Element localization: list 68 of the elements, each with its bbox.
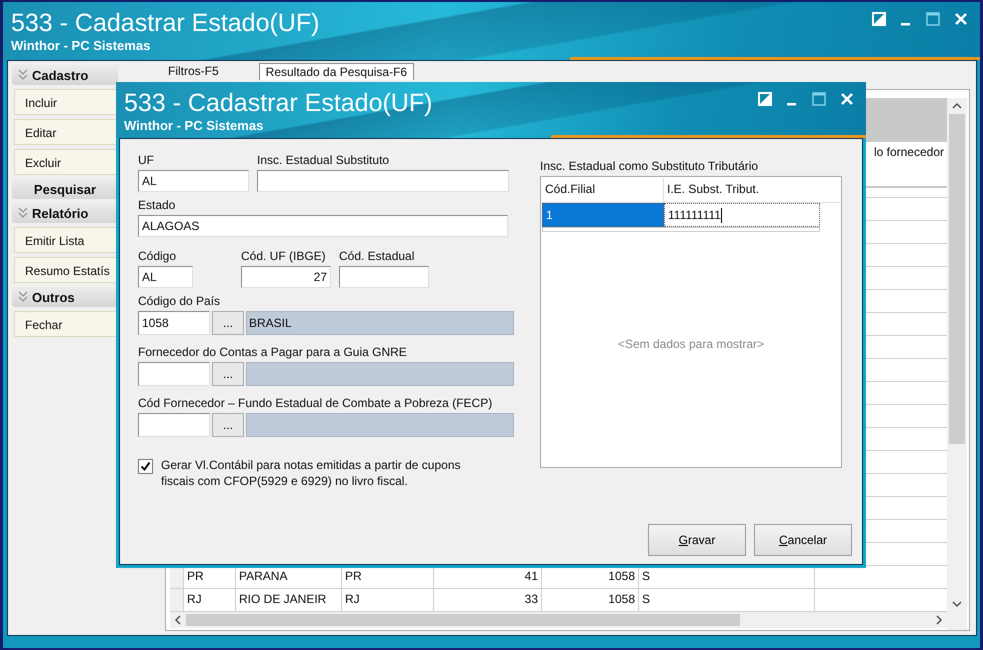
input-field[interactable] — [138, 362, 210, 386]
table-cell: RJ — [342, 589, 434, 611]
field-label: Insc. Estadual Substituto — [257, 153, 390, 167]
scroll-left-icon[interactable] — [174, 615, 182, 625]
checkbox-label: Gerar Vl.Contábil para notas emitidas a partir de cupons fiscais com CFOP(5929 e 6929) no livro fiscal. — [161, 457, 462, 489]
input-field[interactable] — [138, 413, 210, 437]
sidebar-group-header[interactable]: Relatório — [12, 203, 118, 223]
window-title: 533 - Cadastrar Estado(UF) — [11, 8, 320, 38]
row-indicator[interactable] — [170, 566, 184, 588]
lookup-button[interactable]: ... — [212, 311, 244, 335]
sidebar-item[interactable]: Incluir — [14, 89, 118, 115]
empty-message: <Sem dados para mostrar> — [618, 337, 764, 351]
lookup-button[interactable]: ... — [212, 362, 244, 386]
horizontal-scrollbar[interactable] — [170, 612, 947, 628]
window-subtitle: Winthor - PC Sistemas — [11, 38, 152, 53]
restore-icon[interactable] — [872, 12, 886, 26]
field-label: Código do País — [138, 294, 222, 308]
table-cell[interactable]: 111111111 — [664, 203, 820, 227]
table-cell: RIO DE JANEIR — [236, 589, 342, 611]
table-cell: 33 — [434, 589, 542, 611]
tab[interactable]: Resultado da Pesquisa-F6 — [258, 63, 414, 80]
table-cell: S — [639, 589, 815, 611]
scroll-down-icon[interactable] — [952, 600, 962, 608]
maximize-icon[interactable] — [926, 12, 940, 26]
sidebar-item[interactable]: Excluir — [14, 149, 118, 175]
column-header: lo fornecedor — [874, 144, 944, 161]
input-field[interactable]: AL — [138, 266, 193, 288]
sidebar-item[interactable]: Fechar — [14, 311, 118, 337]
scroll-right-icon[interactable] — [935, 615, 943, 625]
table-cell: 1058 — [542, 589, 639, 611]
column-header[interactable]: Cód.Filial — [542, 178, 664, 202]
field-label: UF — [138, 153, 155, 167]
close-icon[interactable] — [954, 12, 968, 26]
scroll-up-icon[interactable] — [952, 102, 962, 110]
input-field[interactable]: AL — [138, 170, 249, 192]
description-field: BRASIL — [246, 311, 514, 335]
sidebar-group-header[interactable]: Pesquisar — [12, 179, 118, 199]
table-cell[interactable]: 1 — [542, 203, 664, 227]
sidebar-item[interactable]: Editar — [14, 119, 118, 145]
grid-title: Insc. Estadual como Substituto Tributário — [540, 159, 760, 173]
close-icon[interactable] — [840, 92, 854, 106]
restore-icon[interactable] — [758, 92, 772, 106]
input-field[interactable] — [339, 266, 429, 288]
field-label: Cód. Estadual — [339, 249, 416, 263]
field-label: Cód Fornecedor – Fundo Estadual de Combate a Pobreza (FECP) — [138, 396, 494, 410]
tab[interactable]: Filtros-F5 — [162, 63, 225, 79]
sidebar-item[interactable]: Resumo Estatís — [14, 257, 118, 283]
sidebar-group-header[interactable]: Outros — [12, 287, 118, 307]
field-label: Código — [138, 249, 178, 263]
field-label: Fornecedor do Contas a Pagar para a Guia GNRE — [138, 345, 408, 359]
vertical-scrollbar[interactable] — [947, 98, 967, 630]
input-field[interactable]: 27 — [241, 266, 331, 288]
lookup-button[interactable]: ... — [212, 413, 244, 437]
dialog-button[interactable]: Cancelar — [754, 524, 852, 556]
dialog-button[interactable]: Gravar — [648, 524, 746, 556]
column-header[interactable]: I.E. Subst. Tribut. — [664, 178, 820, 202]
table-cell: RJ — [184, 589, 236, 611]
checkbox[interactable] — [138, 459, 153, 474]
sidebar-group-header[interactable]: Cadastro — [12, 65, 118, 85]
sidebar-item[interactable]: Emitir Lista — [14, 227, 118, 253]
field-label: Cód. UF (IBGE) — [241, 249, 327, 263]
input-field[interactable]: ALAGOAS — [138, 215, 508, 237]
field-label: Estado — [138, 198, 176, 212]
dialog-title: 533 - Cadastrar Estado(UF) — [124, 88, 432, 118]
maximize-icon[interactable] — [812, 92, 826, 106]
dialog-subtitle: Winthor - PC Sistemas — [124, 118, 264, 133]
input-field[interactable] — [257, 170, 509, 192]
input-field[interactable]: 1058 — [138, 311, 210, 335]
